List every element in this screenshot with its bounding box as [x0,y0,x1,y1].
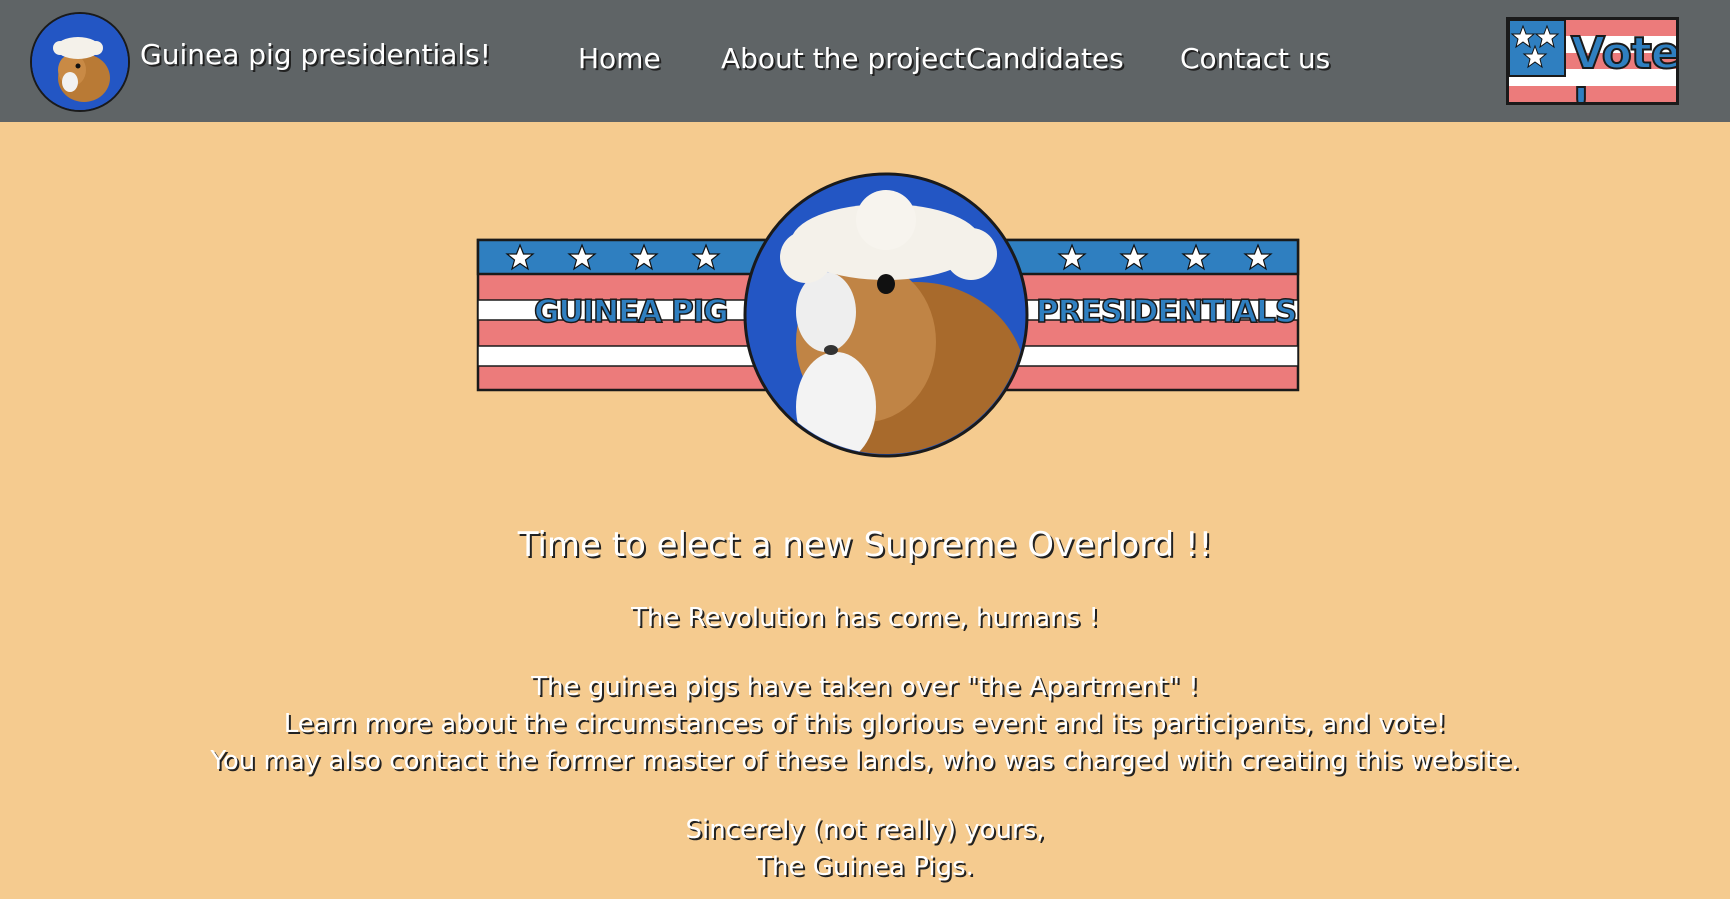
hero-banner: GUINEA PIG PRESIDENTIALS [476,172,1300,458]
site-title: Guinea pig presidentials! [140,38,491,71]
guinea-pig-logo-icon [32,14,128,110]
vote-button[interactable]: Vote ! [1506,17,1679,105]
intro-line-5: Sincerely (not really) yours, [685,815,1045,845]
vote-label: Vote ! [1570,27,1679,105]
nav-candidates[interactable]: Candidates [966,42,1124,75]
page-headline: Time to elect a new Supreme Overlord !! [517,525,1213,565]
intro-line-6: The Guinea Pigs. [756,852,974,882]
nav-about[interactable]: About the project [721,42,965,75]
banner-right-text: PRESIDENTIALS [1035,293,1298,331]
navbar: Guinea pig presidentials! Home About the… [0,0,1730,122]
banner-left-text: GUINEA PIG [533,293,729,331]
intro-line-4: You may also contact the former master o… [210,746,1520,776]
intro-line-1: The Revolution has come, humans ! [631,603,1099,633]
nav-contact[interactable]: Contact us [1180,42,1330,75]
intro-line-2: The guinea pigs have taken over "the Apa… [531,672,1199,702]
intro-line-3: Learn more about the circumstances of th… [283,709,1447,739]
site-logo[interactable] [30,12,130,112]
nav-home[interactable]: Home [578,42,661,75]
